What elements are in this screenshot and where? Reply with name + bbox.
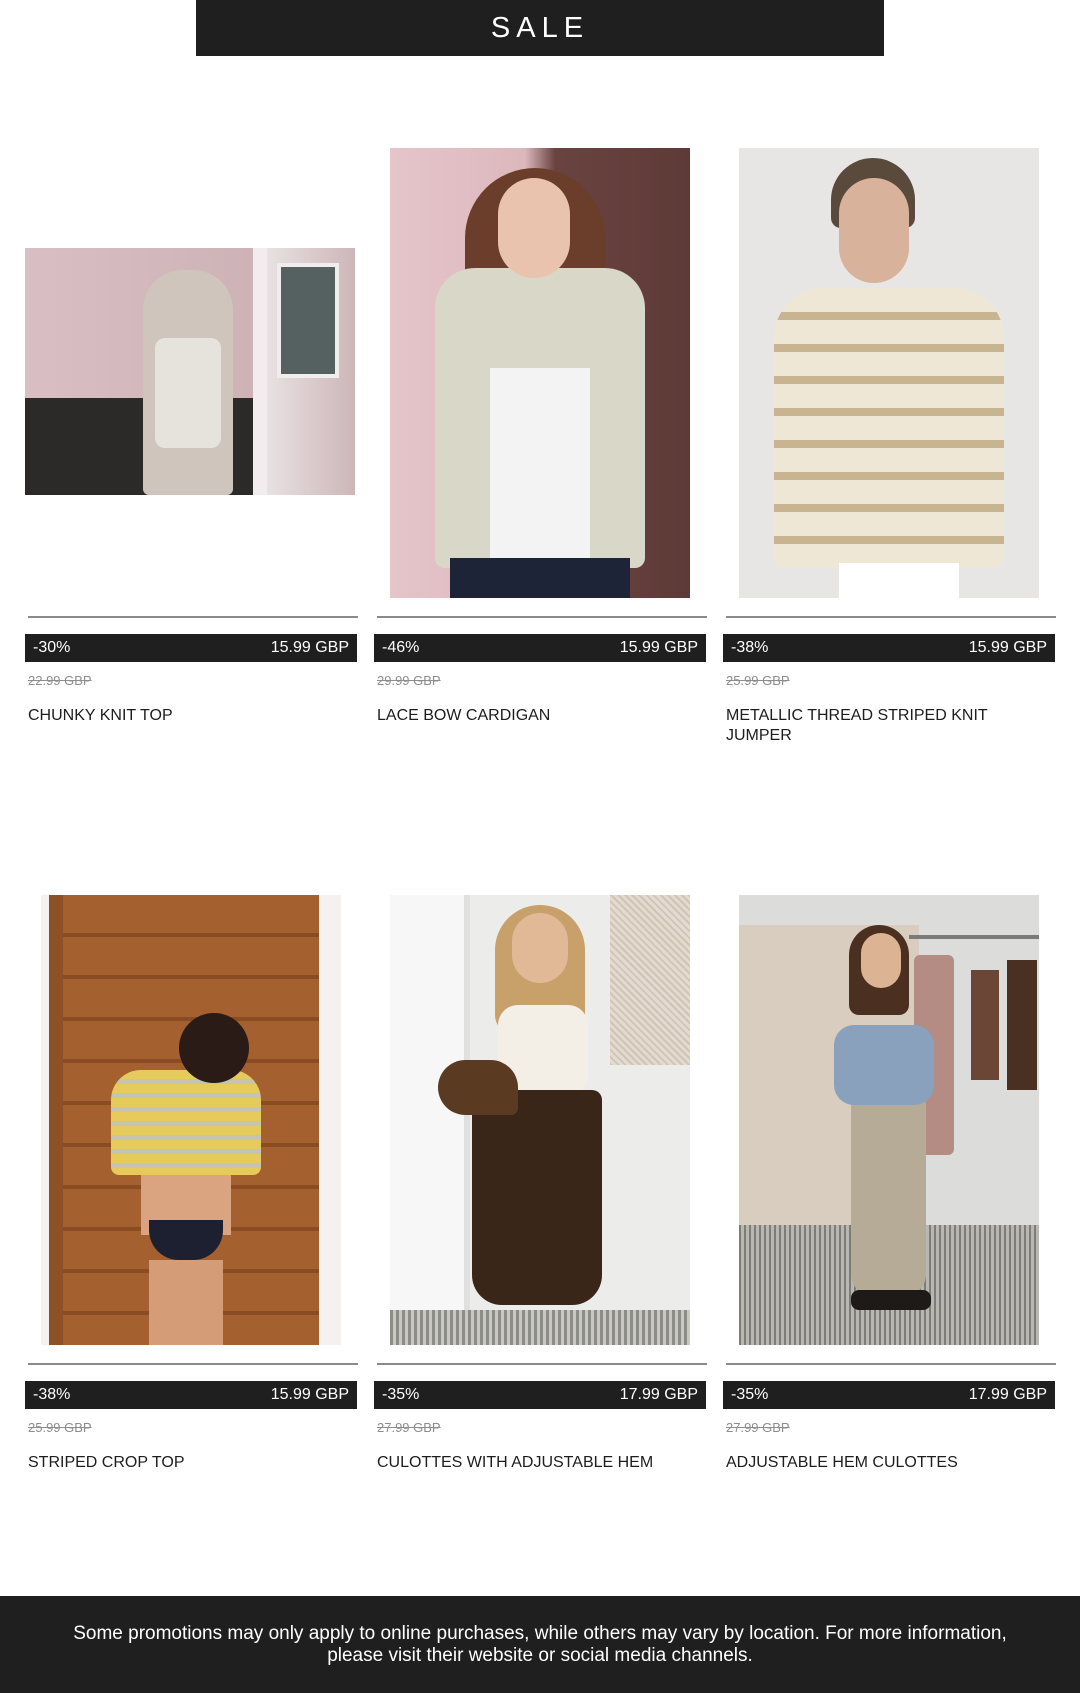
sale-price: 15.99 GBP xyxy=(270,1386,349,1403)
discount-badge: -35% xyxy=(731,1386,769,1403)
product-name[interactable]: LACE BOW CARDIGAN xyxy=(377,706,697,726)
sale-price: 17.99 GBP xyxy=(968,1386,1047,1403)
product-name[interactable]: CULOTTES WITH ADJUSTABLE HEM xyxy=(377,1453,697,1473)
discount-badge: -38% xyxy=(33,1386,71,1403)
original-price: 27.99 GBP xyxy=(377,1420,441,1435)
price-bar: -30% 15.99 GBP xyxy=(25,634,357,662)
discount-badge: -35% xyxy=(382,1386,420,1403)
original-price: 27.99 GBP xyxy=(726,1420,790,1435)
product-card[interactable]: -38% 15.99 GBP 25.99 GBP METALLIC THREAD… xyxy=(723,148,1056,748)
discount-badge: -38% xyxy=(731,639,769,656)
product-name[interactable]: STRIPED CROP TOP xyxy=(28,1453,348,1473)
sale-price: 17.99 GBP xyxy=(619,1386,698,1403)
product-image[interactable] xyxy=(25,148,357,598)
sale-price: 15.99 GBP xyxy=(619,639,698,656)
product-name[interactable]: METALLIC THREAD STRIPED KNIT JUMPER xyxy=(726,706,1046,746)
sale-price: 15.99 GBP xyxy=(968,639,1047,656)
price-bar: -38% 15.99 GBP xyxy=(723,634,1055,662)
divider xyxy=(726,1363,1056,1365)
product-image[interactable] xyxy=(723,895,1055,1345)
disclaimer-text: Some promotions may only apply to online… xyxy=(73,1622,1007,1666)
original-price: 29.99 GBP xyxy=(377,673,441,688)
original-price: 25.99 GBP xyxy=(28,1420,92,1435)
price-bar: -35% 17.99 GBP xyxy=(723,1381,1055,1409)
price-bar: -35% 17.99 GBP xyxy=(374,1381,706,1409)
product-card[interactable]: -46% 15.99 GBP 29.99 GBP LACE BOW CARDIG… xyxy=(374,148,707,738)
price-bar: -38% 15.99 GBP xyxy=(25,1381,357,1409)
original-price: 25.99 GBP xyxy=(726,673,790,688)
divider xyxy=(377,616,707,618)
product-image[interactable] xyxy=(374,148,706,598)
divider xyxy=(28,1363,358,1365)
divider xyxy=(726,616,1056,618)
footer-disclaimer: Some promotions may only apply to online… xyxy=(0,1596,1080,1693)
product-card[interactable]: -38% 15.99 GBP 25.99 GBP STRIPED CROP TO… xyxy=(25,895,358,1485)
product-card[interactable]: -35% 17.99 GBP 27.99 GBP ADJUSTABLE HEM … xyxy=(723,895,1056,1485)
discount-badge: -30% xyxy=(33,639,71,656)
sale-banner: SALE xyxy=(196,0,884,56)
product-image[interactable] xyxy=(25,895,357,1345)
product-image[interactable] xyxy=(374,895,706,1345)
divider xyxy=(377,1363,707,1365)
product-card[interactable]: -30% 15.99 GBP 22.99 GBP CHUNKY KNIT TOP xyxy=(25,148,358,738)
product-card[interactable]: -35% 17.99 GBP 27.99 GBP CULOTTES WITH A… xyxy=(374,895,707,1485)
page-title: SALE xyxy=(490,11,590,44)
discount-badge: -46% xyxy=(382,639,420,656)
price-bar: -46% 15.99 GBP xyxy=(374,634,706,662)
sale-price: 15.99 GBP xyxy=(270,639,349,656)
product-name[interactable]: ADJUSTABLE HEM CULOTTES xyxy=(726,1453,1046,1473)
original-price: 22.99 GBP xyxy=(28,673,92,688)
divider xyxy=(28,616,358,618)
product-image[interactable] xyxy=(723,148,1055,598)
product-name[interactable]: CHUNKY KNIT TOP xyxy=(28,706,348,726)
